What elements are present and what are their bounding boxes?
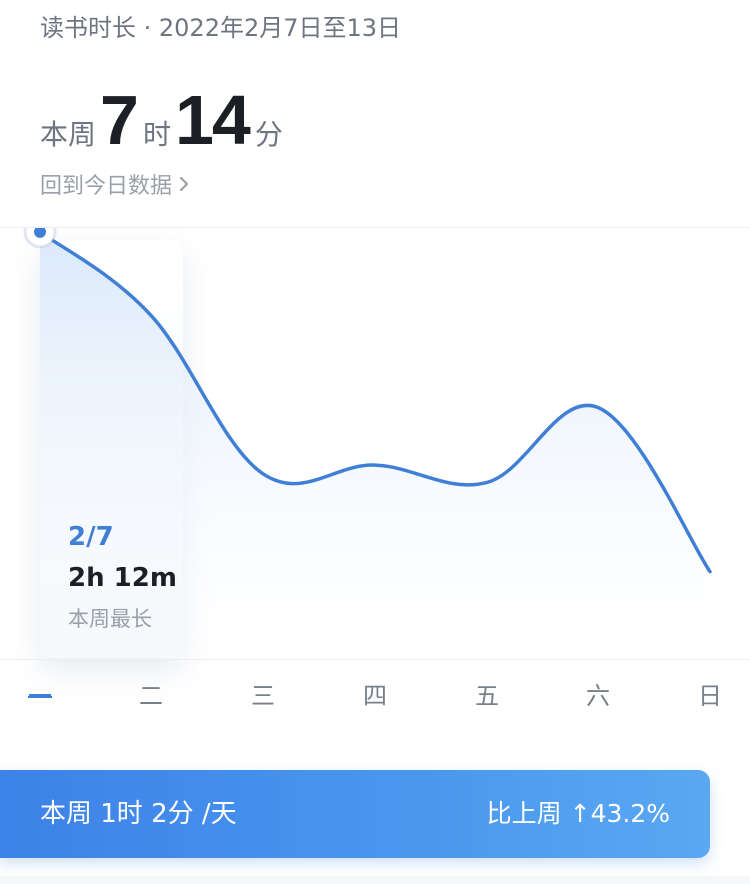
selected-note: 本周最长 xyxy=(68,607,152,631)
week-comparison-text: 比上周 ↑43.2% xyxy=(486,799,670,828)
chevron-right-icon xyxy=(178,170,190,204)
bottom-shade xyxy=(0,876,750,884)
selected-date: 2/7 xyxy=(68,522,114,552)
weekly-total: 本周 7 时 14 分 xyxy=(40,80,283,160)
selected-value: 2h 12m xyxy=(68,563,177,593)
page-title: 读书时长 · 2022年2月7日至13日 xyxy=(40,14,402,42)
reading-time-chart[interactable] xyxy=(0,228,750,660)
selected-day-underline xyxy=(28,696,52,698)
day-tab-2[interactable]: 二 xyxy=(121,676,181,711)
daily-average-banner[interactable]: 本周 1时 2分 /天 比上周 ↑43.2% xyxy=(0,770,710,858)
minutes-unit: 分 xyxy=(254,118,283,151)
day-tab-7[interactable]: 日 xyxy=(680,676,740,711)
back-to-today-link[interactable]: 回到今日数据 xyxy=(40,170,190,204)
daily-average-text: 本周 1时 2分 /天 xyxy=(40,799,237,829)
total-minutes: 14 xyxy=(174,81,251,159)
x-axis-line xyxy=(0,659,750,660)
day-tab-6[interactable]: 六 xyxy=(568,676,628,711)
day-tab-3[interactable]: 三 xyxy=(233,676,293,711)
day-tab-1[interactable]: 一 xyxy=(10,676,70,711)
total-prefix: 本周 xyxy=(40,118,97,151)
day-tab-5[interactable]: 五 xyxy=(457,676,517,711)
day-tab-4[interactable]: 四 xyxy=(345,676,405,711)
back-link-label: 回到今日数据 xyxy=(40,174,173,199)
hours-unit: 时 xyxy=(142,118,171,151)
total-hours: 7 xyxy=(100,81,139,159)
chart-area xyxy=(40,231,710,660)
